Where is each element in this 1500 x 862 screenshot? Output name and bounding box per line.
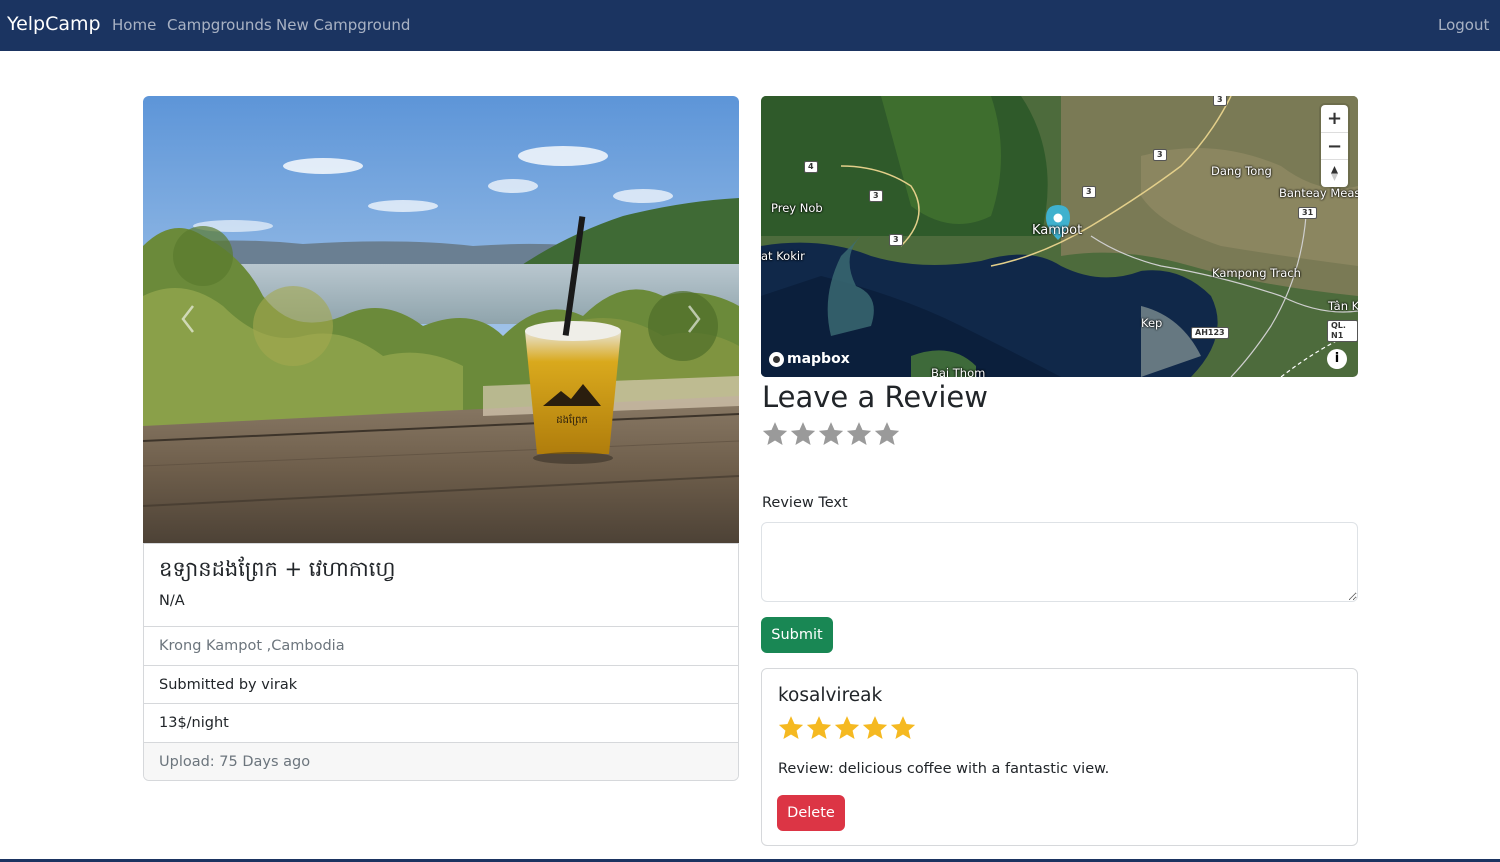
compass-button[interactable] — [1321, 159, 1348, 186]
mapbox-logo-text: mapbox — [787, 351, 850, 367]
campground-title: ឧទ្យានដងព្រែក + វេហាកាហ្វេ — [159, 557, 396, 581]
map-road-shield: 31 — [1298, 207, 1318, 219]
star-filled-icon — [834, 716, 860, 739]
nav-link-logout[interactable]: Logout — [1438, 16, 1489, 34]
nav-link-new-campground[interactable]: New Campground — [276, 16, 410, 34]
review-text: Review: delicious coffee with a fantasti… — [778, 761, 1110, 777]
map-road-shield: QL. N1 — [1327, 320, 1358, 342]
campground-map[interactable]: Dang Tong Banteay Meas Prey Nob Kampot K… — [761, 96, 1358, 377]
map-label: Prey Nob — [771, 201, 823, 215]
delete-review-button[interactable]: Delete — [777, 795, 845, 831]
chevron-right-icon — [688, 305, 701, 333]
cup-logo-text: ដងព្រែក — [556, 413, 588, 426]
review-text-label: Review Text — [762, 495, 848, 511]
map-label: Tân K — [1328, 299, 1358, 313]
rating-input[interactable] — [761, 420, 901, 448]
review-rating — [777, 714, 917, 742]
map-label: Dang Tong — [1211, 164, 1272, 178]
mapbox-logo-icon — [769, 351, 784, 367]
campground-card: ឧទ្យានដងព្រែក + វេហាកាហ្វេ N/A Krong Kam… — [143, 543, 739, 781]
map-road-shield: 3 — [869, 190, 883, 202]
carousel-next-button[interactable] — [673, 296, 713, 342]
map-label: Banteay Meas — [1279, 186, 1358, 200]
review-form-heading: Leave a Review — [762, 380, 988, 414]
submit-review-button[interactable]: Submit — [761, 617, 833, 653]
map-label: at Kokir — [761, 249, 805, 263]
star-filled-icon — [890, 716, 916, 739]
map-label: Kampot — [1032, 223, 1083, 238]
map-road-shield: 3 — [1213, 96, 1227, 106]
map-road-shield: 3 — [889, 234, 903, 246]
chevron-left-icon — [181, 305, 194, 333]
campground-upload-date: Upload: 75 Days ago — [144, 742, 738, 780]
map-road-shield: 3 — [1082, 186, 1096, 198]
map-navigation-controls: + − — [1321, 105, 1348, 187]
star-filled-icon — [862, 716, 888, 739]
map-road-shield: 4 — [804, 161, 818, 173]
mapbox-logo[interactable]: mapbox — [769, 351, 850, 367]
carousel-prev-button[interactable] — [169, 296, 209, 342]
map-label: Kampong Trach — [1212, 266, 1301, 280]
campground-description: N/A — [159, 593, 185, 609]
star-empty-icon[interactable] — [873, 420, 901, 448]
map-road-shield: 3 — [1153, 149, 1167, 161]
nav-link-campgrounds[interactable]: Campgrounds — [167, 16, 272, 34]
campground-photo: ដងព្រែក — [143, 96, 739, 543]
map-label: Kep — [1141, 316, 1163, 330]
star-filled-icon — [778, 716, 804, 739]
star-filled-icon — [806, 716, 832, 739]
compass-icon — [1331, 166, 1338, 181]
star-empty-icon[interactable] — [817, 420, 845, 448]
map-label: Bai Thom — [931, 366, 986, 377]
review-author: kosalvireak — [778, 685, 883, 706]
info-icon[interactable]: i — [1327, 349, 1347, 369]
star-empty-icon[interactable] — [845, 420, 873, 448]
campground-location: Krong Kampot ,Cambodia — [144, 626, 738, 665]
star-empty-icon[interactable] — [761, 420, 789, 448]
star-empty-icon[interactable] — [789, 420, 817, 448]
campground-image-carousel: ដងព្រែក — [143, 96, 739, 543]
navbar: YelpCamp Home Campgrounds New Campground… — [0, 0, 1500, 51]
campground-price: 13$/night — [144, 703, 738, 742]
review-card: kosalvireak Review: delicious coffee wit… — [761, 668, 1358, 846]
brand-link[interactable]: YelpCamp — [7, 13, 101, 35]
review-text-input[interactable] — [761, 522, 1358, 602]
nav-link-home[interactable]: Home — [112, 16, 156, 34]
campground-author: Submitted by virak — [144, 665, 738, 703]
map-road-shield: AH123 — [1191, 327, 1229, 339]
zoom-out-button[interactable]: − — [1321, 132, 1348, 159]
zoom-in-button[interactable]: + — [1321, 105, 1348, 132]
